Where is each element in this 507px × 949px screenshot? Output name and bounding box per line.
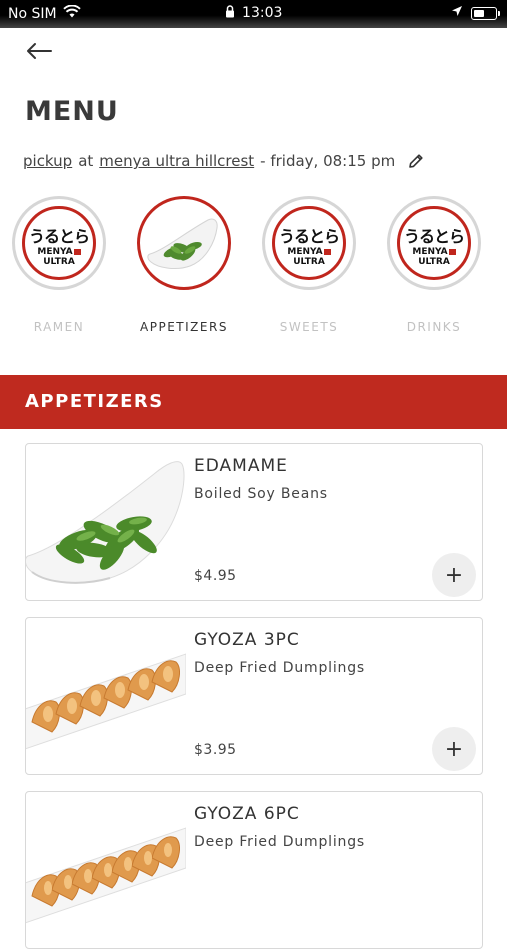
add-item-button[interactable]: + — [432, 553, 476, 597]
menya-ultra-logo: うるとら MENYA ULTRA — [272, 206, 346, 280]
status-bar: No SIM 13:03 — [0, 0, 507, 28]
menu-item-card[interactable]: EDAMAME Boiled Soy Beans $4.95 + — [25, 443, 483, 601]
menya-ultra-logo: うるとら MENYA ULTRA — [22, 206, 96, 280]
category-sweets[interactable]: うるとら MENYA ULTRA SWEETS — [247, 196, 371, 334]
gyoza-image — [26, 827, 186, 924]
item-name: GYOZA 3PC — [194, 630, 300, 650]
item-price: $3.95 — [194, 742, 237, 758]
category-sweets-image: うるとら MENYA ULTRA — [262, 196, 356, 290]
category-label: RAMEN — [33, 320, 85, 334]
category-label: DRINKS — [406, 320, 462, 334]
item-description: Deep Fried Dumplings — [194, 660, 365, 676]
edamame-image — [26, 461, 185, 584]
category-selector: うるとら MENYA ULTRA RAMEN APPETIZERS うるとら M… — [0, 196, 507, 346]
item-description: Boiled Soy Beans — [194, 486, 328, 502]
item-price: $4.95 — [194, 568, 237, 584]
back-button[interactable] — [22, 36, 56, 70]
item-description: Deep Fried Dumplings — [194, 834, 365, 850]
edamame-dish-thumbnail — [147, 218, 218, 270]
category-label: APPETIZERS — [140, 320, 228, 334]
category-appetizers[interactable]: APPETIZERS — [122, 196, 246, 334]
order-details: pickup at menya ultra hillcrest - friday… — [23, 152, 425, 170]
battery-icon — [471, 6, 500, 20]
category-drinks[interactable]: うるとら MENYA ULTRA DRINKS — [372, 196, 496, 334]
status-time-wrap: 13:03 — [0, 5, 507, 22]
location-arrow-icon — [451, 5, 463, 21]
back-arrow-icon — [26, 42, 52, 64]
status-time: 13:03 — [242, 5, 283, 21]
menu-item-card[interactable]: GYOZA 3PC Deep Fried Dumplings $3.95 + — [25, 617, 483, 775]
gyoza-image — [26, 653, 186, 750]
lock-icon — [225, 5, 235, 22]
section-header: APPETIZERS — [0, 375, 507, 429]
page-title: MENU — [25, 96, 119, 127]
category-appetizers-image — [137, 196, 231, 290]
edit-pencil-icon[interactable] — [407, 152, 425, 170]
item-name: GYOZA 6PC — [194, 804, 300, 824]
item-name: EDAMAME — [194, 456, 288, 476]
menya-ultra-logo: うるとら MENYA ULTRA — [397, 206, 471, 280]
order-at-label: at — [78, 152, 94, 170]
category-ramen-image: うるとら MENYA ULTRA — [12, 196, 106, 290]
category-ramen[interactable]: うるとら MENYA ULTRA RAMEN — [0, 196, 121, 334]
order-schedule: - friday, 08:15 pm — [260, 152, 396, 170]
category-drinks-image: うるとら MENYA ULTRA — [387, 196, 481, 290]
order-mode-link[interactable]: pickup — [23, 152, 72, 170]
order-location-link[interactable]: menya ultra hillcrest — [99, 152, 254, 170]
status-right — [451, 5, 500, 21]
menu-item-card[interactable]: GYOZA 6PC Deep Fried Dumplings — [25, 791, 483, 949]
category-label: SWEETS — [279, 320, 339, 334]
add-item-button[interactable]: + — [432, 727, 476, 771]
